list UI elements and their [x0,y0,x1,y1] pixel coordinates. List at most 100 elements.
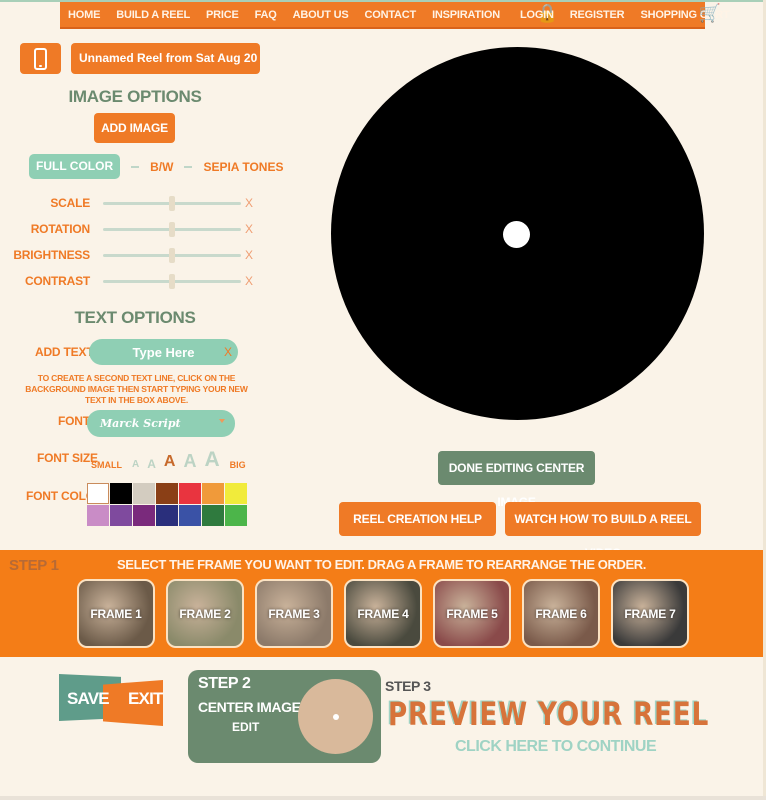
mode-bw[interactable]: B/W [150,160,173,174]
color-swatch[interactable] [110,483,132,504]
frame-thumbnail[interactable]: FRAME 7 [611,579,689,648]
nav-login[interactable]: 🔒 LOGIN [519,3,558,23]
slider-thumb[interactable] [169,196,175,211]
contrast-slider-row: CONTRAST X [0,272,270,290]
color-swatch[interactable] [202,505,224,526]
image-options-title: IMAGE OPTIONS [68,87,202,106]
exit-button[interactable]: EXIT [128,689,163,709]
brightness-reset-icon[interactable]: X [245,248,253,262]
size-small-label: SMALL [91,460,122,470]
step2-subtitle: CENTER IMAGE [198,699,301,715]
continue-link[interactable]: CLICK HERE TO CONTINUE [455,738,657,756]
brightness-label: BRIGHTNESS [13,248,90,262]
color-swatch[interactable] [87,505,109,526]
color-swatch[interactable] [110,505,132,526]
color-swatch[interactable] [202,483,224,504]
slider-thumb[interactable] [169,248,175,263]
watch-video-button[interactable]: WATCH HOW TO BUILD A REEL VIDEO [505,502,701,560]
text-options-title: TEXT OPTIONS [74,308,196,327]
nav-about-us[interactable]: ABOUT US [293,9,349,21]
color-swatch[interactable] [179,483,201,504]
nav-home[interactable]: HOME [68,9,100,21]
size-big-label: BIG [229,460,246,470]
frame-list: FRAME 1 FRAME 2 FRAME 3 FRAME 4 FRAME 5 FRAME… [77,579,700,648]
nav-build-a-reel[interactable]: BUILD A REEL [116,9,190,21]
reel-name-input[interactable] [71,43,260,74]
font-size-option[interactable]: A [204,449,219,470]
color-swatch[interactable] [225,505,247,526]
frame-label: FRAME 2 [179,606,231,621]
font-size-selector: SMALL AAAAA BIG [91,449,254,470]
mode-full-color[interactable]: FULL COLOR [29,154,121,179]
frame-label: FRAME 1 [90,606,142,621]
add-text-label: ADD TEXT [35,345,94,359]
contrast-reset-icon[interactable]: X [245,274,253,288]
rotation-slider-row: ROTATION X [0,220,270,238]
font-size-option[interactable]: A [147,458,156,470]
color-swatch[interactable] [156,483,178,504]
color-swatch[interactable] [133,483,155,504]
color-swatch[interactable] [156,505,178,526]
step3-title: STEP 3 [385,678,431,694]
brightness-slider-row: BRIGHTNESS X [0,246,270,264]
font-color-palette [87,483,247,526]
text-input[interactable] [89,339,238,365]
frame-thumbnail[interactable]: FRAME 3 [255,579,333,648]
size-options: AAAAA [132,449,228,470]
nav-login-label: LOGIN [519,8,554,21]
preview-reel-button[interactable]: PREVIEW YOUR REEL [388,695,709,733]
step2-center-image-card[interactable]: STEP 2 CENTER IMAGE EDIT [188,670,381,763]
step1-instruction: SELECT THE FRAME YOU WANT TO EDIT. DRAG … [117,557,646,572]
mini-reel-hole [333,714,339,720]
font-size-option[interactable]: A [183,452,196,470]
save-button[interactable]: SAVE [67,689,110,709]
color-swatch[interactable] [225,483,247,504]
nav-register[interactable]: REGISTER [570,9,625,21]
clear-text-icon[interactable]: X [224,345,232,359]
brightness-slider[interactable] [103,248,241,263]
reel-help-button[interactable]: REEL CREATION HELP [339,502,496,536]
bottom-edge [0,796,766,800]
mobile-view-button[interactable] [20,43,61,74]
slider-thumb[interactable] [169,274,175,289]
color-swatch[interactable] [179,505,201,526]
chevron-down-icon [219,419,225,423]
contrast-label: CONTRAST [24,274,90,288]
frame-label: FRAME 4 [357,606,409,621]
font-select[interactable]: Marck Script [87,410,235,437]
nav-faq[interactable]: FAQ [255,9,277,21]
rotation-slider[interactable] [103,222,241,237]
nav-inspiration[interactable]: INSPIRATION [432,9,500,21]
scale-slider[interactable] [103,196,241,211]
scale-label: SCALE [50,196,90,210]
reel-center-hole [503,221,530,248]
mode-sepia[interactable]: SEPIA TONES [203,160,283,174]
nav-price[interactable]: PRICE [206,9,239,21]
color-swatch[interactable] [87,483,109,504]
cart-icon: 🛒 [698,2,721,23]
step2-edit-link[interactable]: EDIT [232,720,259,734]
slider-thumb[interactable] [169,222,175,237]
center-image-thumbnail [298,679,373,754]
divider [184,165,193,168]
frame-thumbnail[interactable]: FRAME 5 [433,579,511,648]
main-nav: HOME BUILD A REEL PRICE FAQ ABOUT US CON… [60,2,730,29]
done-editing-button[interactable]: DONE EDITING CENTER IMAGE [438,451,595,509]
scale-reset-icon[interactable]: X [245,196,253,210]
frame-thumbnail[interactable]: FRAME 4 [344,579,422,648]
frame-label: FRAME 5 [446,606,498,621]
font-size-option[interactable]: A [132,460,139,470]
frame-thumbnail[interactable]: FRAME 6 [522,579,600,648]
rotation-reset-icon[interactable]: X [245,222,253,236]
frame-thumbnail[interactable]: FRAME 2 [166,579,244,648]
nav-shopping-cart[interactable]: SHOPPING CART 🛒 [640,3,729,23]
font-size-option[interactable]: A [164,454,176,470]
contrast-slider[interactable] [103,274,241,289]
text-hint: TO CREATE A SECOND TEXT LINE, CLICK ON T… [25,373,248,405]
reel-disc[interactable] [331,47,704,420]
step2-title: STEP 2 [198,675,251,692]
color-swatch[interactable] [133,505,155,526]
frame-thumbnail[interactable]: FRAME 1 [77,579,155,648]
nav-contact[interactable]: CONTACT [365,9,417,21]
add-image-button[interactable]: ADD IMAGE [94,113,175,143]
